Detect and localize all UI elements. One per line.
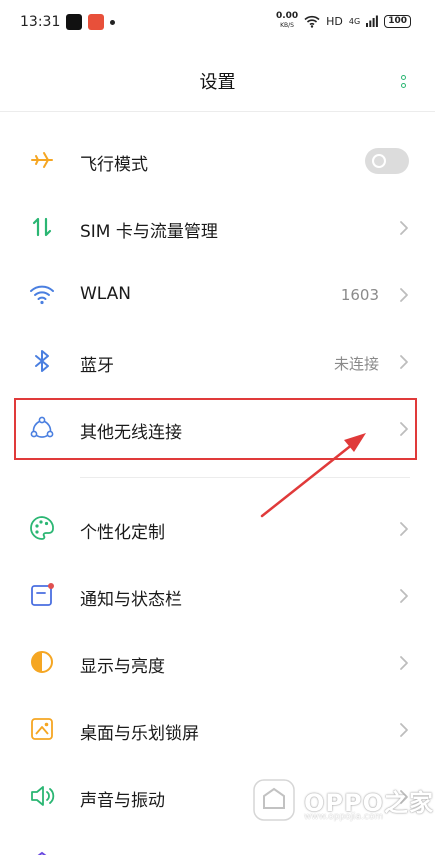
more-dot xyxy=(400,74,406,80)
chevron-right-icon xyxy=(400,522,408,536)
chevron-right-icon xyxy=(400,656,408,670)
settings-item-label: 飞行模式 xyxy=(80,155,148,175)
wifi-status-icon xyxy=(304,15,320,28)
data-transfer-icon xyxy=(32,217,52,237)
settings-item-notifications[interactable]: 通知与状态栏 xyxy=(0,563,435,629)
oppo-home-logo-icon xyxy=(253,779,295,821)
settings-item-label: WLAN xyxy=(80,284,132,304)
status-right: 0.00 KB/S HD 4G 100 xyxy=(276,12,411,30)
app-notification-icon xyxy=(88,14,105,30)
status-left: 13:31 xyxy=(20,14,116,30)
settings-item-bluetooth[interactable]: 蓝牙 未连接 xyxy=(0,329,435,395)
watermark-url: www.oppojia.com xyxy=(304,812,384,822)
section-divider xyxy=(80,477,410,478)
brightness-icon xyxy=(31,651,53,673)
notification-icon xyxy=(31,583,54,606)
wallpaper-icon xyxy=(31,718,53,740)
header: 设置 xyxy=(0,46,435,112)
partial-icon xyxy=(37,851,47,855)
bluetooth-status: 未连接 xyxy=(333,355,379,373)
settings-item-partial[interactable] xyxy=(0,831,435,855)
airplane-icon xyxy=(31,152,53,168)
chevron-right-icon xyxy=(400,422,408,436)
chevron-right-icon xyxy=(400,589,408,603)
wlan-network-name: 1603 xyxy=(340,286,379,304)
more-notifications-dot-icon xyxy=(110,19,116,25)
network-speed-unit: KB/S xyxy=(280,22,294,29)
settings-item-display[interactable]: 显示与亮度 xyxy=(0,630,435,696)
settings-item-airplane-mode[interactable]: 飞行模式 xyxy=(0,128,435,194)
chevron-right-icon xyxy=(400,355,408,369)
watermark: OPPO之家 www.oppojia.com xyxy=(252,778,434,822)
more-dot xyxy=(400,82,406,88)
settings-item-personalization[interactable]: 个性化定制 xyxy=(0,496,435,562)
settings-item-sim[interactable]: SIM 卡与流量管理 xyxy=(0,195,435,261)
more-options-button[interactable] xyxy=(393,68,413,94)
chevron-right-icon xyxy=(400,288,408,302)
battery-indicator: 100 xyxy=(384,14,411,28)
settings-item-label: 通知与状态栏 xyxy=(80,590,182,610)
settings-item-other-wireless[interactable]: 其他无线连接 xyxy=(0,396,435,462)
page-title: 设置 xyxy=(199,72,236,93)
status-time: 13:31 xyxy=(20,14,61,30)
settings-item-label: SIM 卡与流量管理 xyxy=(80,222,218,242)
settings-item-label: 蓝牙 xyxy=(80,356,114,376)
wireless-connections-icon xyxy=(30,416,54,438)
sound-icon xyxy=(31,786,55,806)
tiktok-notification-icon xyxy=(66,14,83,30)
palette-icon xyxy=(30,516,54,540)
bluetooth-icon xyxy=(35,350,49,372)
wifi-icon xyxy=(30,285,54,305)
settings-item-label: 个性化定制 xyxy=(80,523,165,543)
signal-type: 4G xyxy=(348,16,361,26)
settings-item-home-lock-screen[interactable]: 桌面与乐划锁屏 xyxy=(0,697,435,763)
airplane-mode-toggle[interactable] xyxy=(365,148,409,174)
network-speed-value: 0.00 xyxy=(275,11,299,21)
settings-item-label: 其他无线连接 xyxy=(80,423,182,443)
cellular-signal-icon xyxy=(366,15,379,27)
network-speed: 0.00 KB/S xyxy=(276,12,298,30)
chevron-right-icon xyxy=(400,723,408,737)
settings-item-label: 声音与振动 xyxy=(80,791,165,811)
toggle-knob xyxy=(372,154,386,168)
settings-item-label: 显示与亮度 xyxy=(80,657,165,677)
hd-indicator: HD xyxy=(326,14,343,28)
settings-item-label: 桌面与乐划锁屏 xyxy=(80,724,199,744)
chevron-right-icon xyxy=(400,221,408,235)
status-bar: 13:31 0.00 KB/S HD 4G 100 xyxy=(0,0,435,46)
settings-item-wlan[interactable]: WLAN 1603 xyxy=(0,262,435,328)
